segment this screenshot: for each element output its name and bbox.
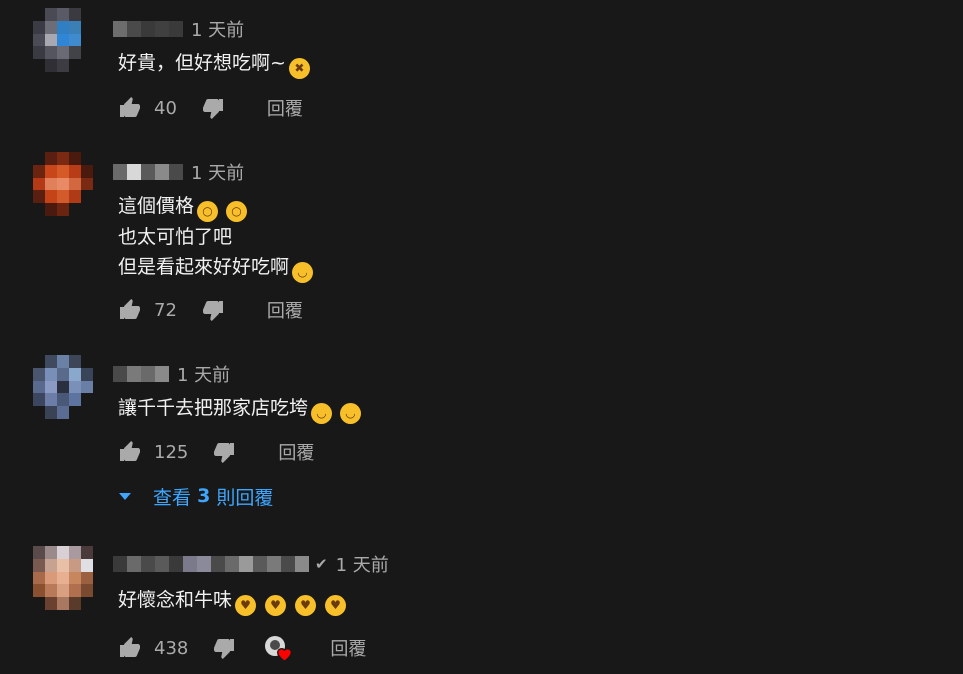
comment-time[interactable]: 1 天前 (336, 551, 389, 577)
comment-actions: 40 回覆 (118, 93, 303, 123)
view-replies-suffix: 則回覆 (216, 486, 274, 509)
comment-line: 也太可怕了吧 (118, 226, 233, 248)
caret-down-icon (119, 492, 131, 500)
comment-line: 好貴，但好想吃啊~ (118, 52, 286, 74)
author-name[interactable] (113, 21, 183, 37)
thumbs-up-icon (120, 441, 140, 461)
kissing-heart-emoji-icon: ♥ (265, 595, 287, 616)
like-count: 40 (154, 97, 177, 119)
comment-line: 這個價格 (118, 195, 195, 217)
view-replies-count: 3 (197, 485, 211, 507)
creator-heart (264, 635, 293, 662)
reply-button[interactable]: 回覆 (330, 635, 366, 661)
thumbs-down-icon (202, 99, 223, 119)
comment-meta: 1 天前 (113, 362, 230, 386)
comment-meta: ✔ 1 天前 (113, 552, 389, 576)
author-name[interactable] (113, 556, 309, 572)
comment-line: 讓千千去把那家店吃垮 (118, 397, 309, 419)
like-count: 125 (154, 441, 189, 463)
sweat-smile-emoji-icon: ◡ (311, 403, 333, 424)
thumbs-down-icon (214, 443, 235, 463)
dislike-button[interactable] (212, 440, 236, 464)
avatar[interactable] (33, 355, 93, 419)
comment-meta: 1 天前 (113, 17, 244, 41)
joy-emoji-icon: ◡ (340, 403, 362, 424)
comment-time[interactable]: 1 天前 (177, 361, 230, 387)
avatar[interactable] (33, 546, 93, 610)
like-button[interactable]: 438 (118, 636, 188, 660)
comment-text: 這個價格 ○ ○ 也太可怕了吧 但是看起來好好吃啊 ◡ (118, 191, 314, 283)
dislike-button[interactable] (201, 298, 225, 322)
view-replies-button[interactable]: 查看 3 則回覆 (118, 482, 273, 510)
thumbs-up-icon (120, 637, 140, 657)
comment-line: 好懷念和牛味 (118, 589, 233, 611)
comment-text: 好貴，但好想吃啊~ ✖ (118, 48, 310, 79)
dislike-button[interactable] (201, 96, 225, 120)
reply-button[interactable]: 回覆 (267, 95, 303, 121)
heart-icon (277, 648, 293, 662)
like-count: 438 (154, 637, 189, 659)
yum-face-emoji-icon: ◡ (292, 262, 314, 283)
comment-actions: 72 回覆 (118, 295, 303, 325)
like-count: 72 (154, 299, 177, 321)
screaming-face-emoji-icon: ○ (226, 201, 248, 222)
comment-time[interactable]: 1 天前 (191, 159, 244, 185)
author-name[interactable] (113, 164, 183, 180)
comment-text: 好懷念和牛味 ♥ ♥ ♥ ♥ (118, 585, 347, 616)
thumbs-down-icon (202, 301, 223, 321)
avatar[interactable] (33, 8, 93, 72)
thumbs-down-icon (214, 639, 235, 659)
kissing-heart-emoji-icon: ♥ (235, 595, 257, 616)
like-button[interactable]: 72 (118, 298, 177, 322)
confounded-emoji-icon: ✖ (288, 58, 310, 79)
thumbs-up-icon (120, 299, 140, 319)
kissing-heart-emoji-icon: ♥ (295, 595, 317, 616)
screaming-face-emoji-icon: ○ (197, 201, 219, 222)
checkmark-icon: ✔ (315, 555, 328, 573)
author-name[interactable] (113, 366, 169, 382)
kissing-heart-emoji-icon: ♥ (325, 595, 347, 616)
comment-meta: 1 天前 (113, 160, 244, 184)
dislike-button[interactable] (212, 636, 236, 660)
comment-actions: 438 回覆 (118, 633, 366, 663)
comment-line: 但是看起來好好吃啊 (118, 256, 290, 278)
like-button[interactable]: 40 (118, 96, 177, 120)
comment-time[interactable]: 1 天前 (191, 16, 244, 42)
view-replies-prefix: 查看 (153, 486, 192, 509)
avatar[interactable] (33, 152, 93, 216)
reply-button[interactable]: 回覆 (278, 439, 314, 465)
like-button[interactable]: 125 (118, 440, 188, 464)
comment-text: 讓千千去把那家店吃垮 ◡ ◡ (118, 393, 362, 424)
comment-actions: 125 回覆 (118, 437, 314, 467)
thumbs-up-icon (120, 97, 140, 117)
reply-button[interactable]: 回覆 (267, 297, 303, 323)
